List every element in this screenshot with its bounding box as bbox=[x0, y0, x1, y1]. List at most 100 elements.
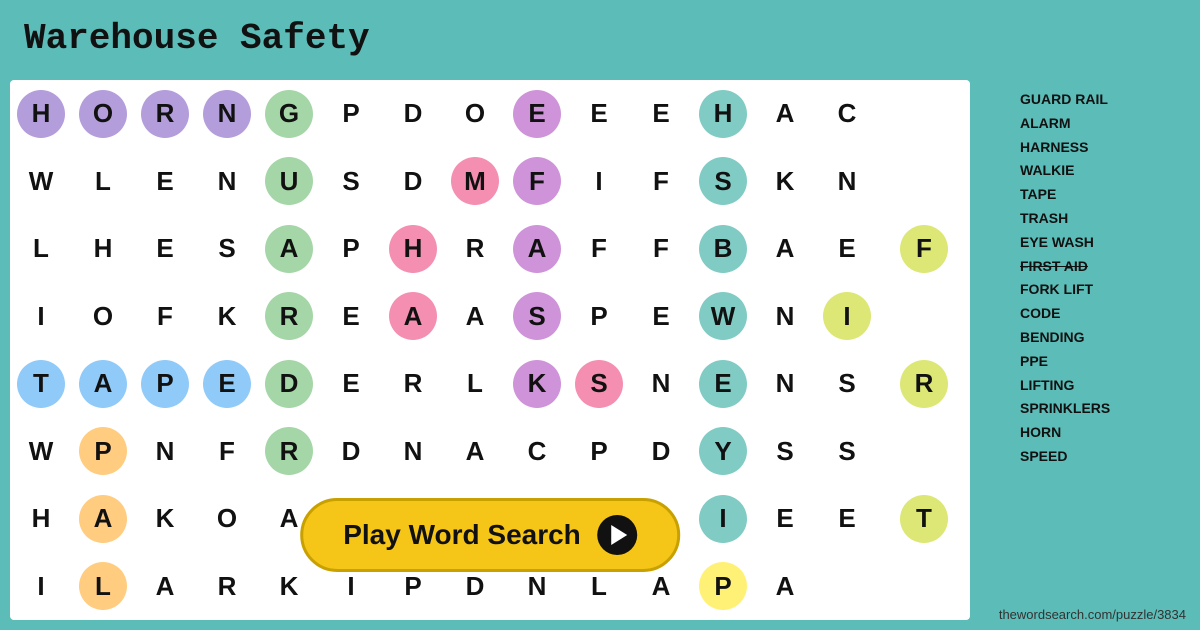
cell-3-7[interactable]: A bbox=[444, 283, 506, 351]
cell-0-5[interactable]: P bbox=[320, 80, 382, 148]
cell-2-5[interactable]: P bbox=[320, 215, 382, 283]
cell-2-1[interactable]: H bbox=[72, 215, 134, 283]
cell-2-4[interactable]: A bbox=[258, 215, 320, 283]
cell-0-8[interactable]: E bbox=[506, 80, 568, 148]
cell-7-0[interactable]: I bbox=[10, 553, 72, 621]
cell-2-0[interactable]: L bbox=[10, 215, 72, 283]
cell-2-3[interactable]: S bbox=[196, 215, 258, 283]
cell-7-4[interactable]: K bbox=[258, 553, 320, 621]
cell-4-0[interactable]: T bbox=[10, 350, 72, 418]
cell-0-1[interactable]: O bbox=[72, 80, 134, 148]
cell-1-7[interactable]: M bbox=[444, 148, 506, 216]
cell-1-2[interactable]: E bbox=[134, 148, 196, 216]
cell-2-9[interactable]: F bbox=[568, 215, 630, 283]
cell-0-9[interactable]: E bbox=[568, 80, 630, 148]
cell-5-4[interactable]: R bbox=[258, 418, 320, 486]
cell-6-1[interactable]: A bbox=[72, 485, 134, 553]
cell-5-0[interactable]: W bbox=[10, 418, 72, 486]
cell-4-3[interactable]: E bbox=[196, 350, 258, 418]
cell-6-2[interactable]: K bbox=[134, 485, 196, 553]
cell-4-4[interactable]: D bbox=[258, 350, 320, 418]
cell-3-8[interactable]: S bbox=[506, 283, 568, 351]
cell-3-2[interactable]: F bbox=[134, 283, 196, 351]
cell-5-9[interactable]: P bbox=[568, 418, 630, 486]
cell-3-0[interactable]: I bbox=[10, 283, 72, 351]
cell-5-10[interactable]: D bbox=[630, 418, 692, 486]
cell-5-6[interactable]: N bbox=[382, 418, 444, 486]
cell-3-12[interactable]: N bbox=[754, 283, 816, 351]
cell-6-14[interactable]: T bbox=[878, 485, 970, 553]
cell-3-4[interactable]: R bbox=[258, 283, 320, 351]
cell-7-2[interactable]: A bbox=[134, 553, 196, 621]
cell-4-5[interactable]: E bbox=[320, 350, 382, 418]
cell-6-3[interactable]: O bbox=[196, 485, 258, 553]
cell-1-13[interactable]: N bbox=[816, 148, 878, 216]
cell-5-8[interactable]: C bbox=[506, 418, 568, 486]
cell-4-13[interactable]: S bbox=[816, 350, 878, 418]
cell-0-12[interactable]: A bbox=[754, 80, 816, 148]
cell-4-14[interactable]: R bbox=[878, 350, 970, 418]
cell-0-10[interactable]: E bbox=[630, 80, 692, 148]
cell-4-1[interactable]: A bbox=[72, 350, 134, 418]
cell-0-2[interactable]: R bbox=[134, 80, 196, 148]
cell-2-14[interactable]: F bbox=[878, 215, 970, 283]
cell-7-11[interactable]: P bbox=[692, 553, 754, 621]
cell-4-12[interactable]: N bbox=[754, 350, 816, 418]
cell-6-11[interactable]: I bbox=[692, 485, 754, 553]
cell-2-2[interactable]: E bbox=[134, 215, 196, 283]
cell-3-13[interactable]: I bbox=[816, 283, 878, 351]
cell-3-9[interactable]: P bbox=[568, 283, 630, 351]
cell-1-6[interactable]: D bbox=[382, 148, 444, 216]
cell-1-4[interactable]: U bbox=[258, 148, 320, 216]
cell-1-3[interactable]: N bbox=[196, 148, 258, 216]
cell-5-3[interactable]: F bbox=[196, 418, 258, 486]
cell-1-0[interactable]: W bbox=[10, 148, 72, 216]
cell-3-11[interactable]: W bbox=[692, 283, 754, 351]
cell-4-7[interactable]: L bbox=[444, 350, 506, 418]
cell-6-13[interactable]: E bbox=[816, 485, 878, 553]
cell-5-13[interactable]: S bbox=[816, 418, 878, 486]
cell-5-1[interactable]: P bbox=[72, 418, 134, 486]
cell-1-9[interactable]: I bbox=[568, 148, 630, 216]
cell-0-11[interactable]: H bbox=[692, 80, 754, 148]
cell-0-6[interactable]: D bbox=[382, 80, 444, 148]
cell-5-2[interactable]: N bbox=[134, 418, 196, 486]
cell-2-12[interactable]: A bbox=[754, 215, 816, 283]
cell-0-3[interactable]: N bbox=[196, 80, 258, 148]
cell-7-3[interactable]: R bbox=[196, 553, 258, 621]
cell-4-8[interactable]: K bbox=[506, 350, 568, 418]
cell-2-11[interactable]: B bbox=[692, 215, 754, 283]
cell-5-12[interactable]: S bbox=[754, 418, 816, 486]
cell-1-8[interactable]: F bbox=[506, 148, 568, 216]
cell-2-8[interactable]: A bbox=[506, 215, 568, 283]
cell-4-6[interactable]: R bbox=[382, 350, 444, 418]
cell-5-7[interactable]: A bbox=[444, 418, 506, 486]
cell-1-11[interactable]: S bbox=[692, 148, 754, 216]
cell-2-13[interactable]: E bbox=[816, 215, 878, 283]
cell-4-11[interactable]: E bbox=[692, 350, 754, 418]
cell-3-10[interactable]: E bbox=[630, 283, 692, 351]
cell-5-5[interactable]: D bbox=[320, 418, 382, 486]
cell-3-5[interactable]: E bbox=[320, 283, 382, 351]
cell-4-9[interactable]: S bbox=[568, 350, 630, 418]
cell-3-3[interactable]: K bbox=[196, 283, 258, 351]
cell-4-10[interactable]: N bbox=[630, 350, 692, 418]
cell-1-5[interactable]: S bbox=[320, 148, 382, 216]
cell-2-10[interactable]: F bbox=[630, 215, 692, 283]
cell-2-6[interactable]: H bbox=[382, 215, 444, 283]
cell-0-4[interactable]: G bbox=[258, 80, 320, 148]
cell-2-7[interactable]: R bbox=[444, 215, 506, 283]
cell-3-6[interactable]: A bbox=[382, 283, 444, 351]
cell-5-11[interactable]: Y bbox=[692, 418, 754, 486]
cell-6-12[interactable]: E bbox=[754, 485, 816, 553]
cell-1-10[interactable]: F bbox=[630, 148, 692, 216]
cell-0-13[interactable]: C bbox=[816, 80, 878, 148]
cell-3-1[interactable]: O bbox=[72, 283, 134, 351]
cell-6-0[interactable]: H bbox=[10, 485, 72, 553]
cell-1-1[interactable]: L bbox=[72, 148, 134, 216]
cell-0-7[interactable]: O bbox=[444, 80, 506, 148]
cell-7-1[interactable]: L bbox=[72, 553, 134, 621]
play-button[interactable]: Play Word Search bbox=[300, 498, 680, 572]
cell-1-12[interactable]: K bbox=[754, 148, 816, 216]
cell-0-0[interactable]: H bbox=[10, 80, 72, 148]
